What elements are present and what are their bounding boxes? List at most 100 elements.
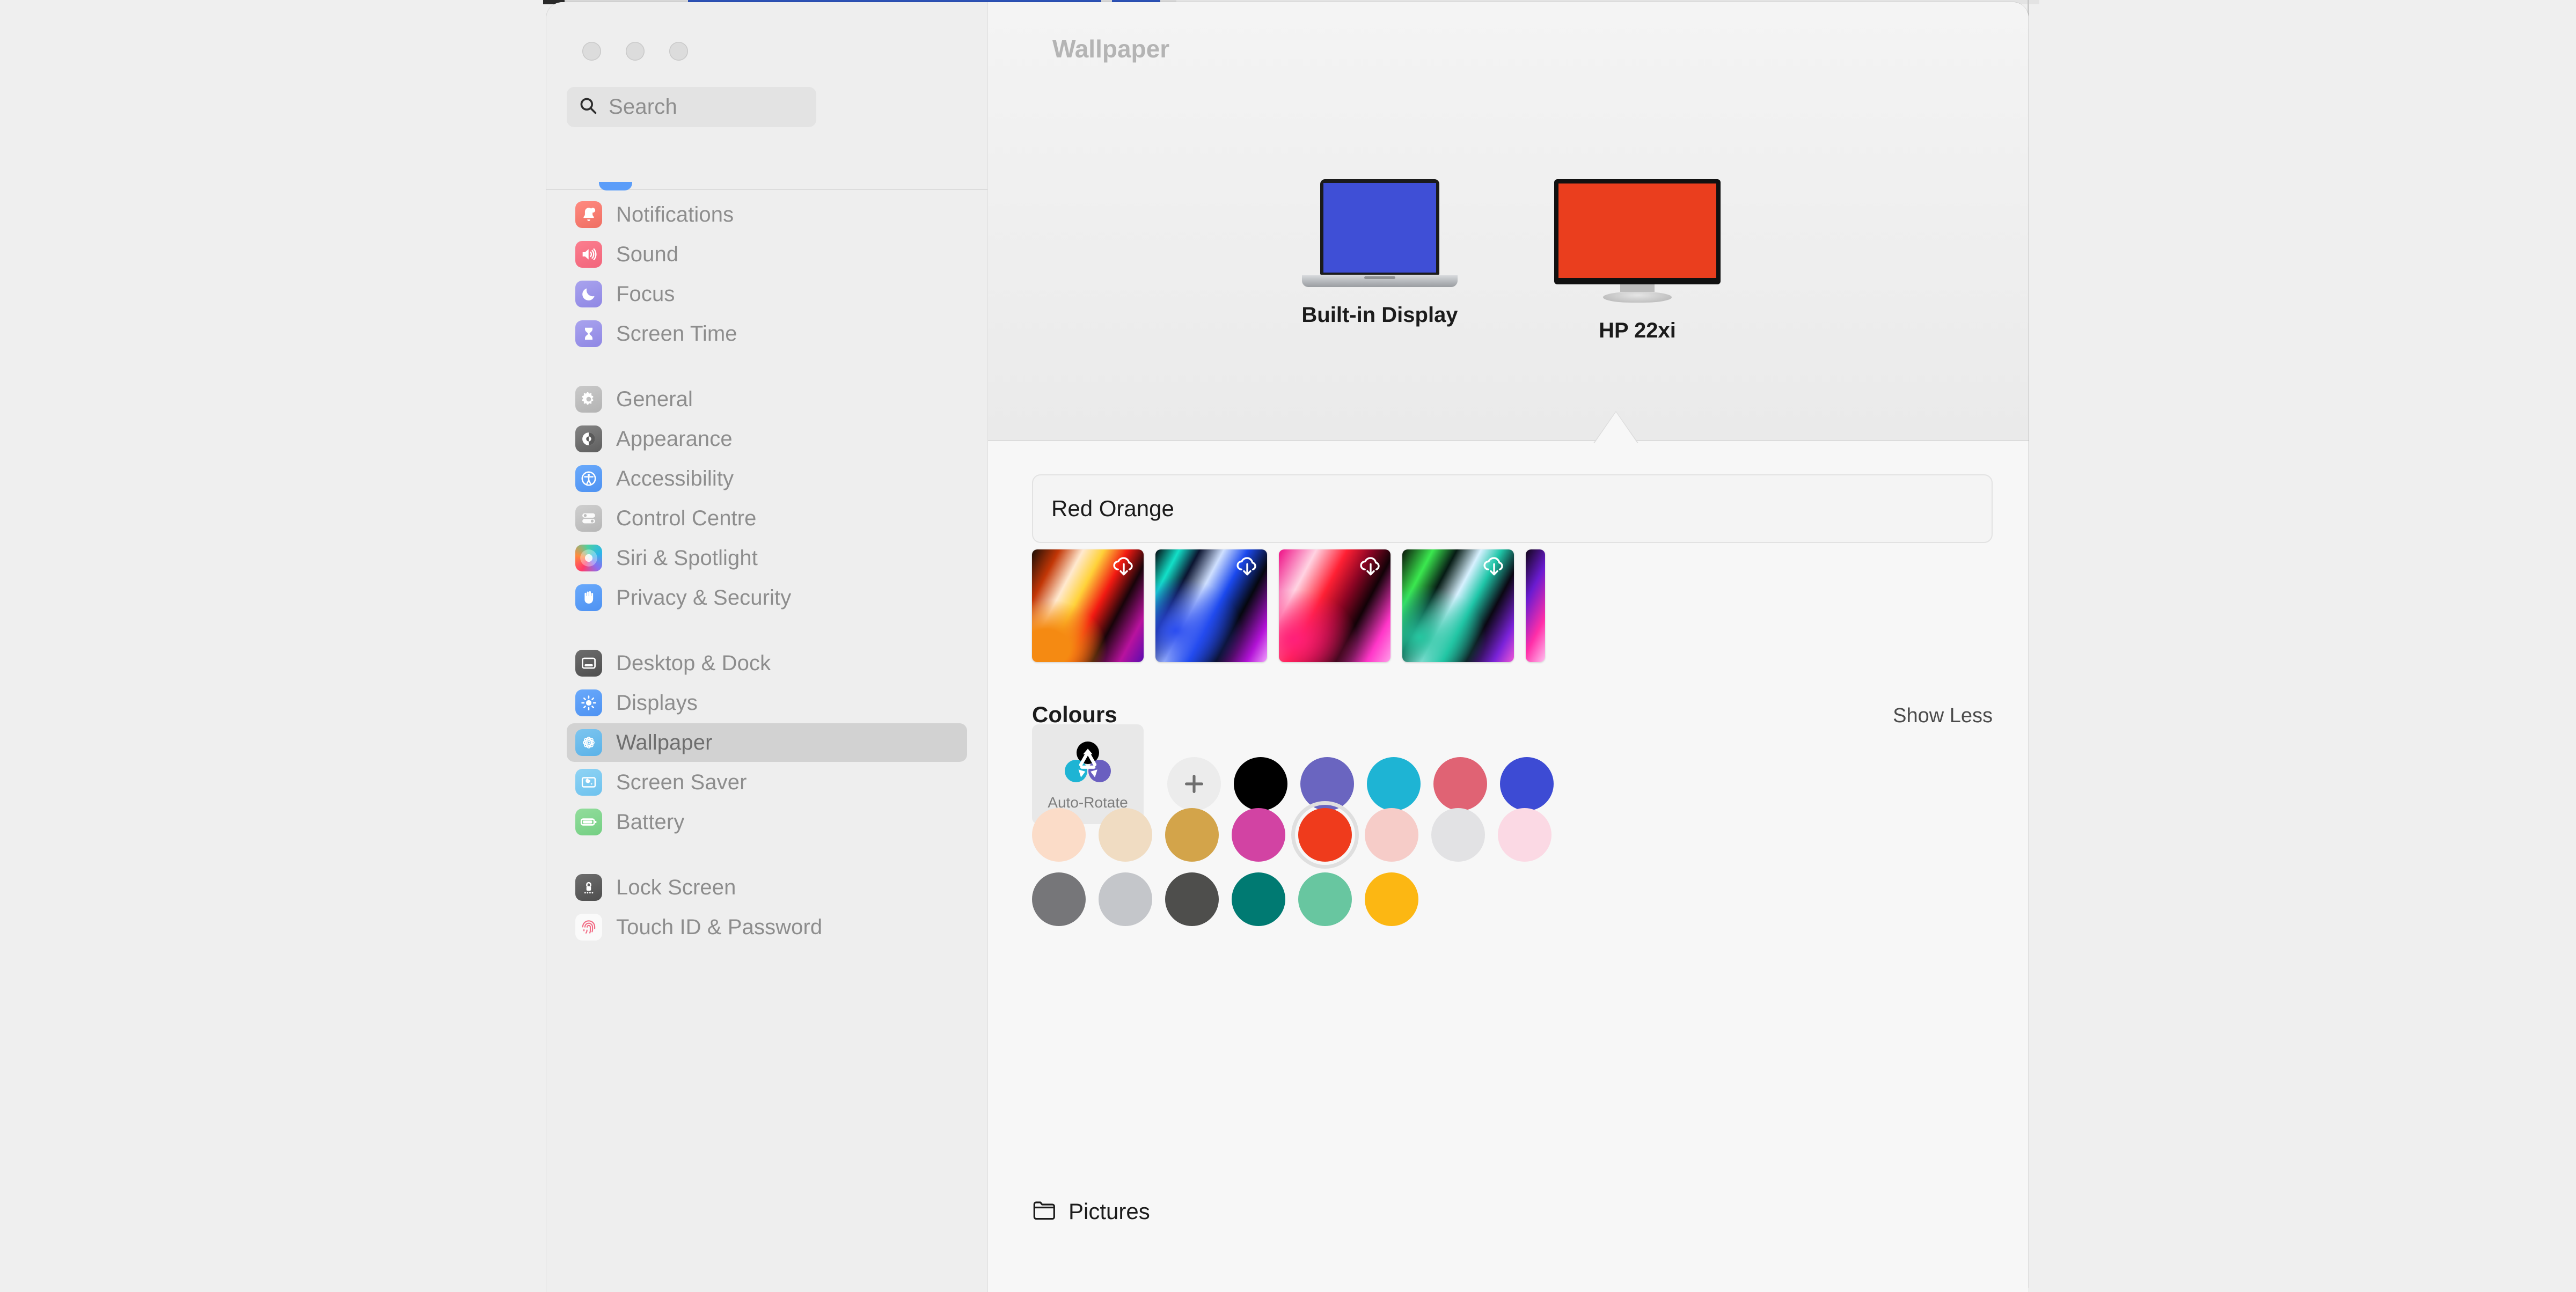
- colour-swatch[interactable]: [1431, 808, 1485, 862]
- colour-swatch[interactable]: [1165, 872, 1219, 926]
- wallpaper-thumbnail[interactable]: [1279, 549, 1391, 662]
- sidebar-item-desktop-dock[interactable]: Desktop & Dock: [567, 644, 967, 682]
- displays-row: Built-in Display HP 22xi: [988, 179, 2029, 343]
- sidebar-item-battery[interactable]: Battery: [567, 803, 967, 841]
- monitor-foot: [1603, 292, 1672, 303]
- wallpaper-name-field[interactable]: Red Orange: [1032, 474, 1993, 543]
- colour-swatch[interactable]: [1367, 757, 1421, 811]
- sidebar-group-spacer: [546, 618, 987, 644]
- pictures-section-header[interactable]: Pictures: [1032, 1199, 1150, 1224]
- colours-title: Colours: [1032, 702, 1117, 728]
- display-name: HP 22xi: [1599, 319, 1676, 343]
- wallpaper-name-value: Red Orange: [1051, 496, 1174, 522]
- scrolled-off-icon-sliver: [599, 182, 632, 190]
- sidebar-nav: Notifications Sound: [546, 195, 987, 1290]
- icloud-download-icon[interactable]: [1356, 552, 1385, 581]
- colour-swatch[interactable]: [1232, 872, 1285, 926]
- colour-swatch[interactable]: [1298, 872, 1352, 926]
- sidebar-item-label: Displays: [616, 691, 698, 715]
- sidebar-item-general[interactable]: General: [567, 380, 967, 419]
- close-button[interactable]: [582, 42, 601, 61]
- monitor-screen: [1558, 183, 1716, 278]
- control-centre-icon: [575, 505, 602, 532]
- colour-swatch[interactable]: [1433, 757, 1487, 811]
- icloud-download-icon[interactable]: [1109, 552, 1138, 581]
- wallpaper-scroll-area[interactable]: Colours Show Less: [988, 545, 2029, 1292]
- sidebar-item-appearance[interactable]: Appearance: [567, 420, 967, 458]
- wallpaper-thumbnail[interactable]: [1032, 549, 1144, 662]
- fingerprint-icon: [575, 914, 602, 941]
- sidebar-item-label: Screen Time: [616, 322, 737, 346]
- colour-swatch[interactable]: [1032, 872, 1086, 926]
- sidebar-item-label: Screen Saver: [616, 770, 747, 795]
- screen-saver-icon: [575, 769, 602, 796]
- sidebar: Search Notifications: [546, 2, 987, 1292]
- sidebar-item-label: Siri & Spotlight: [616, 546, 758, 570]
- sidebar-item-label: Touch ID & Password: [616, 915, 822, 939]
- sidebar-item-screen-saver[interactable]: Screen Saver: [567, 763, 967, 802]
- colour-swatch[interactable]: [1165, 808, 1219, 862]
- system-settings-window: Search Notifications: [546, 2, 2029, 1292]
- colour-swatch[interactable]: [1498, 808, 1552, 862]
- sound-icon: [575, 241, 602, 268]
- screen-time-icon: [575, 320, 602, 347]
- wallpaper-thumbnail[interactable]: [1155, 549, 1267, 662]
- accessibility-icon: [575, 465, 602, 492]
- colour-swatch[interactable]: [1099, 872, 1152, 926]
- sidebar-item-displays[interactable]: Displays: [567, 684, 967, 722]
- sidebar-item-label: Control Centre: [616, 506, 757, 531]
- show-less-button[interactable]: Show Less: [1893, 704, 1993, 728]
- sidebar-group-1: Notifications Sound: [546, 195, 987, 353]
- sidebar-item-accessibility[interactable]: Accessibility: [567, 459, 967, 498]
- notifications-icon: [575, 201, 602, 228]
- auto-rotate-icon: [1060, 738, 1116, 792]
- display-name: Built-in Display: [1301, 303, 1458, 327]
- sidebar-item-label: Accessibility: [616, 467, 734, 491]
- colour-swatch[interactable]: [1365, 808, 1418, 862]
- sidebar-group-spacer: [546, 842, 987, 868]
- battery-icon: [575, 809, 602, 835]
- colour-swatch[interactable]: [1032, 808, 1086, 862]
- sidebar-item-wallpaper[interactable]: Wallpaper: [567, 723, 967, 762]
- sidebar-item-label: Focus: [616, 282, 675, 306]
- monitor-graphic: [1554, 179, 1721, 303]
- minimise-button[interactable]: [626, 42, 645, 61]
- sidebar-item-notifications[interactable]: Notifications: [567, 195, 967, 234]
- sidebar-item-label: General: [616, 387, 693, 412]
- sidebar-item-label: Sound: [616, 243, 678, 267]
- sidebar-item-lock-screen[interactable]: Lock Screen: [567, 868, 967, 907]
- sidebar-item-label: Wallpaper: [616, 731, 713, 755]
- colour-swatch-selected[interactable]: [1298, 808, 1352, 862]
- wallpaper-thumbnail-partial[interactable]: [1526, 549, 1545, 662]
- sidebar-item-label: Appearance: [616, 427, 733, 451]
- wallpaper-thumbnail[interactable]: [1402, 549, 1514, 662]
- colour-swatch[interactable]: [1234, 757, 1287, 811]
- sidebar-item-control-centre[interactable]: Control Centre: [567, 499, 967, 538]
- colour-swatch[interactable]: [1500, 757, 1554, 811]
- search-icon: [579, 96, 598, 118]
- wallpaper-thumbnail-strip: [1032, 549, 1545, 662]
- sidebar-group-4: Lock Screen Touch ID & Password: [546, 868, 987, 946]
- folder-icon: [1032, 1200, 1057, 1224]
- icloud-download-icon[interactable]: [1480, 552, 1509, 581]
- display-option-built-in[interactable]: Built-in Display: [1291, 179, 1468, 343]
- colours-section-header: Colours Show Less: [1032, 702, 1993, 728]
- pictures-label: Pictures: [1069, 1199, 1150, 1224]
- add-colour-button[interactable]: [1167, 757, 1221, 811]
- colour-swatch[interactable]: [1365, 872, 1418, 926]
- colour-swatch[interactable]: [1099, 808, 1152, 862]
- zoom-button[interactable]: [669, 42, 688, 61]
- sidebar-item-focus[interactable]: Focus: [567, 275, 967, 313]
- sidebar-item-sound[interactable]: Sound: [567, 235, 967, 274]
- colour-swatch[interactable]: [1232, 808, 1285, 862]
- display-option-hp-22xi[interactable]: HP 22xi: [1549, 179, 1726, 343]
- sidebar-item-privacy-security[interactable]: Privacy & Security: [567, 578, 967, 617]
- sidebar-item-siri-spotlight[interactable]: Siri & Spotlight: [567, 539, 967, 577]
- sidebar-item-screen-time[interactable]: Screen Time: [567, 314, 967, 353]
- focus-icon: [575, 281, 602, 307]
- icloud-download-icon[interactable]: [1233, 552, 1262, 581]
- search-input[interactable]: Search: [567, 87, 816, 127]
- search-container: Search: [567, 87, 816, 127]
- sidebar-item-touch-id-password[interactable]: Touch ID & Password: [567, 908, 967, 946]
- page-title: Wallpaper: [1052, 34, 1169, 63]
